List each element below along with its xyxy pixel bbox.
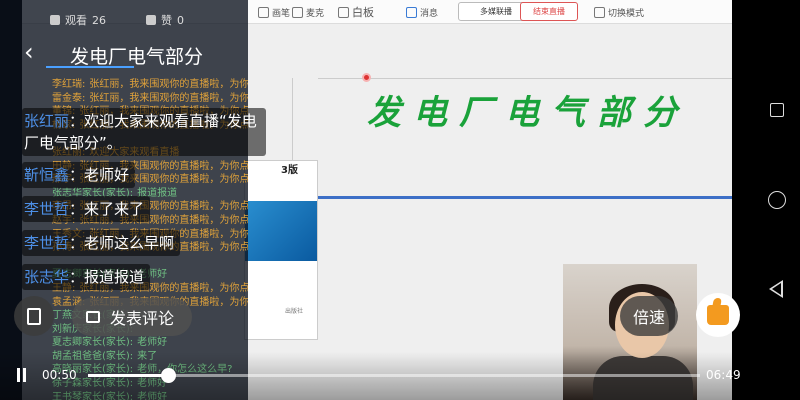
recent-apps-icon[interactable] [770,103,784,117]
document-icon [27,307,41,325]
toolbar-mic: 麦克 [292,4,324,20]
likes-label: 赞 [161,14,172,27]
viewer-count: 观看 26 [50,12,106,28]
comment-placeholder: 发表评论 [110,309,175,328]
thumb-icon [146,15,156,25]
chat-history-line: 夏志卿家长(家长):老师好 [52,336,248,350]
progress-handle[interactable] [160,368,176,383]
book-cover-art [245,201,317,261]
book-cover: 3版 出版社 [244,160,318,340]
toolbar-switch: 切换模式 [594,4,644,20]
pause-button[interactable] [16,368,28,382]
pen-icon [258,6,269,18]
chat-message: 李世哲：老师这么早啊 [22,230,181,256]
slide-title: 发电厂电气部分 [367,93,689,133]
chat-separator: ： [69,200,85,218]
mic-icon [292,6,303,18]
chat-author: 李世哲 [24,234,70,252]
viewers-value: 26 [92,13,106,27]
chat-history-line: 雷金泰:张红丽，我来围观你的直播啦，为你点赞 [52,92,248,106]
toolbar-mic-label: 麦克 [306,8,325,19]
chat-history-text: 张红丽，我来围观你的直播啦，为你点赞 [89,92,248,104]
chat-history-text: 张红丽，我来围观你的直播啦，为你点赞 [89,79,248,90]
chat-history-author: 夏志卿家长(家长): [52,337,134,349]
chat-history-line: 李红瑞:张红丽，我来围观你的直播啦，为你点赞 [52,78,248,92]
toolbar-whiteboard: 白板 [338,4,374,20]
chat-author: 张志华 [24,268,70,286]
chat-message: 张志华：报道报道 [22,264,151,290]
slide-top-line [318,78,732,79]
toolbar-end-button: 结束直播 [520,2,578,21]
likes-value: 0 [177,13,184,27]
book-edition: 3版 [281,165,298,176]
toolbar-pen-label: 画笔 [272,8,291,19]
speed-button[interactable]: 倍速 [620,296,678,336]
header-stats: 观看 26 赞0 [50,12,184,28]
toolbar-switch-label: 切换模式 [608,8,645,19]
like-count: 赞0 [146,12,184,28]
slide-divider [318,196,732,199]
chat-history-author: 李红瑞: [52,79,86,90]
chat-message: 靳恒鑫：老师好 [22,162,136,188]
toolbar-whiteboard-label: 白板 [352,6,374,19]
chat-message: 张红丽：欢迎大家来观看直播“发电厂电气部分”。 [22,108,266,156]
whiteboard-icon [338,6,349,18]
laser-pointer [362,73,371,82]
progress-slider[interactable] [88,368,700,383]
progress-fill [88,374,168,377]
chat-separator: ： [69,112,85,130]
comment-icon [86,311,100,323]
viewers-label: 观看 [65,14,87,27]
home-icon[interactable] [768,191,786,209]
pause-icon-bar [17,368,20,382]
chat-author: 李世哲 [24,200,70,218]
chat-text: 老师这么早啊 [84,234,175,252]
current-time: 00:50 [42,368,77,382]
back-button[interactable]: ‹ [24,40,34,64]
chat-text: 老师好 [84,166,130,184]
chat-text: 来了来了 [84,200,145,218]
chat-history-author: 雷金泰: [52,92,86,104]
stream-title: 发电厂电气部分 [70,46,204,68]
title-underline [46,66,134,68]
comment-input[interactable]: 发表评论 [72,298,192,336]
toolbar-message: 消息 [406,4,438,20]
chat-separator: ： [69,268,85,286]
chat-author: 靳恒鑫 [24,166,70,184]
comment-list-button[interactable] [14,296,54,336]
user-icon [50,15,60,25]
total-time: 06:49 [706,368,741,382]
book-publisher: 出版社 [285,308,304,315]
chat-separator: ： [69,234,85,252]
chat-message: 李世哲：来了来了 [22,196,151,222]
like-button[interactable] [696,293,740,337]
chat-history-text: 老师好 [137,337,168,349]
message-icon [406,6,417,18]
toolbar-pen: 画笔 [258,4,290,20]
thumbs-up-icon [707,305,729,325]
pause-icon-bar [23,368,26,382]
chat-separator: ： [69,166,85,184]
toolbar-message-label: 消息 [420,8,439,19]
chat-author: 张红丽 [24,112,70,130]
chat-text: 报道报道 [84,268,145,286]
system-back-icon[interactable] [769,280,783,298]
grid-icon [594,6,605,18]
